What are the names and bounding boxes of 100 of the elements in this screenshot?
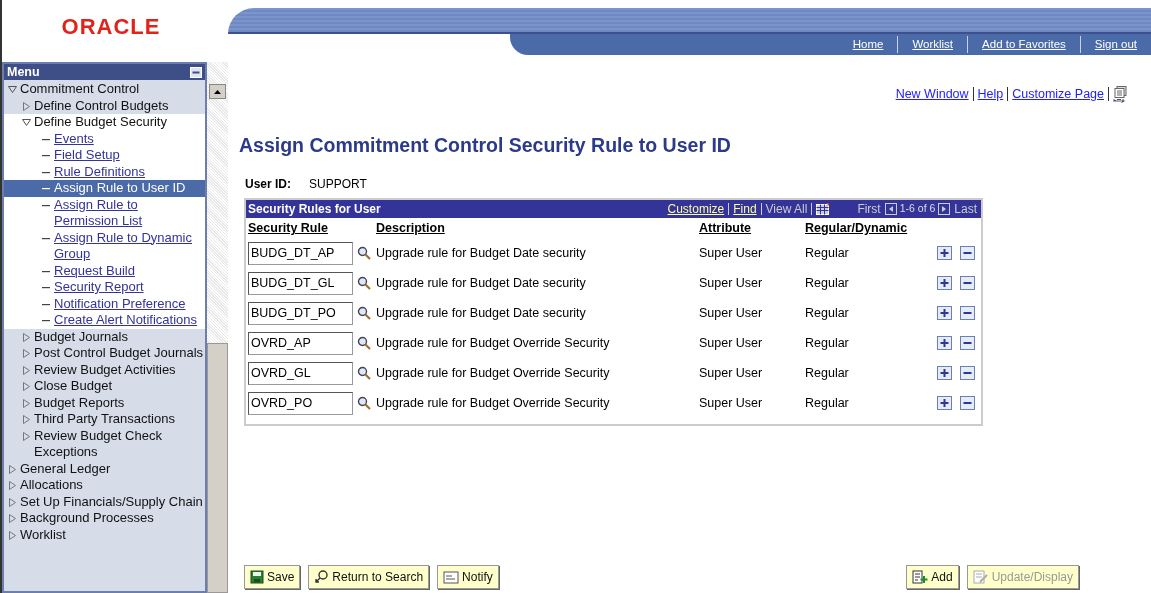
dash-icon xyxy=(42,155,50,157)
add-row-icon[interactable] xyxy=(937,396,952,410)
search-button[interactable]: Return to Search xyxy=(308,565,430,589)
collapsed-triangle-icon[interactable] xyxy=(22,101,31,111)
notify-button[interactable]: Notify xyxy=(437,565,499,589)
search-icon[interactable] xyxy=(357,336,371,350)
last-label: Last xyxy=(954,201,977,218)
search-icon[interactable] xyxy=(357,396,371,410)
menu-link[interactable]: Security Report xyxy=(54,279,144,296)
http-page-icon[interactable] xyxy=(1113,85,1129,103)
delete-row-icon[interactable] xyxy=(960,246,975,260)
add-row-icon[interactable] xyxy=(937,246,952,260)
grid-tool-link[interactable]: Find xyxy=(733,200,757,218)
menu-folder[interactable]: Define Control Budgets xyxy=(34,97,169,114)
attribute-cell-text: Super User xyxy=(699,274,764,292)
delete-row-icon[interactable] xyxy=(960,396,975,410)
next-icon[interactable] xyxy=(938,203,951,215)
type-cell-text: Regular xyxy=(805,304,850,322)
previous-icon[interactable] xyxy=(884,203,897,215)
page-title: Assign Commitment Control Security Rule to User ID xyxy=(239,132,732,158)
add-button[interactable]: Add xyxy=(906,565,959,589)
nav-link[interactable]: Worklist xyxy=(912,35,954,53)
column-header: Security Rule xyxy=(247,220,329,237)
nav-link[interactable]: Home xyxy=(852,35,884,53)
delete-row-icon[interactable] xyxy=(960,336,975,350)
security-rule-field[interactable]: BUDG_DT_PO xyxy=(248,301,353,325)
add-row-icon[interactable] xyxy=(937,336,952,350)
scrollbar[interactable] xyxy=(207,62,228,593)
menu-link[interactable]: Assign Rule to Dynamic Group xyxy=(54,229,205,263)
delete-row-icon[interactable] xyxy=(960,366,975,380)
nav-link[interactable]: Sign out xyxy=(1094,35,1137,53)
collapse-icon[interactable] xyxy=(190,66,202,78)
menu-link[interactable]: Assign Rule to Permission List xyxy=(54,196,205,230)
column-header: Description xyxy=(376,220,446,237)
menu-folder[interactable]: Allocations xyxy=(20,477,83,494)
menu-folder[interactable]: Budget Journals xyxy=(34,328,128,345)
first-label: First xyxy=(857,201,881,218)
menu-folder[interactable]: Third Party Transactions xyxy=(34,411,175,428)
view-all-link[interactable]: View All xyxy=(765,200,808,218)
attribute-cell-text: Super User xyxy=(699,304,764,322)
menu-folder[interactable]: Budget Reports xyxy=(34,394,125,411)
user-id-label: User ID: xyxy=(245,176,291,193)
dash-icon xyxy=(42,204,50,207)
menu-title: Menu xyxy=(7,64,40,81)
menu-link[interactable]: Request Build xyxy=(54,262,135,279)
security-rule-field[interactable]: OVRD_AP xyxy=(248,331,353,355)
menu-folder[interactable]: General Ledger xyxy=(20,460,111,477)
menu-link[interactable]: Rule Definitions xyxy=(54,163,146,180)
scroll-up-icon[interactable] xyxy=(214,89,221,94)
dash-icon xyxy=(42,270,50,273)
security-rule-field[interactable]: BUDG_DT_GL xyxy=(248,271,353,295)
search-icon[interactable] xyxy=(357,366,371,380)
add-row-icon[interactable] xyxy=(937,276,952,290)
user-id-value: SUPPORT xyxy=(309,176,367,193)
search-icon[interactable] xyxy=(357,276,371,290)
spreadsheet-icon[interactable] xyxy=(816,203,830,215)
add-document-icon xyxy=(912,570,929,584)
page-link[interactable]: New Window xyxy=(895,85,969,104)
attribute-cell-text: Super User xyxy=(699,334,764,352)
search-icon[interactable] xyxy=(357,306,371,320)
description-cell-text: Upgrade rule for Budget Date security xyxy=(376,304,587,322)
description-cell-text: Upgrade rule for Budget Override Security xyxy=(376,394,611,412)
type-cell-text: Regular xyxy=(805,394,850,412)
menu-link[interactable]: Events xyxy=(54,130,94,147)
delete-row-icon[interactable] xyxy=(960,276,975,290)
menu-folder[interactable]: Set Up Financials/Supply Chain xyxy=(20,493,203,510)
menu-folder[interactable]: Close Budget xyxy=(34,378,113,395)
menu-link[interactable]: Field Setup xyxy=(54,147,120,164)
column-header: Attribute xyxy=(699,220,753,237)
security-rule-field[interactable]: BUDG_DT_AP xyxy=(248,241,353,265)
security-rule-field[interactable]: OVRD_GL xyxy=(248,361,353,385)
attribute-cell-text: Super User xyxy=(699,244,764,262)
attribute-cell-text: Super User xyxy=(699,364,764,382)
search-icon[interactable] xyxy=(357,246,371,260)
menu-folder[interactable]: Review Budget Check Exceptions xyxy=(34,427,205,461)
type-cell-text: Regular xyxy=(805,274,850,292)
expanded-triangle-icon[interactable] xyxy=(22,118,31,127)
column-header: Regular/Dynamic xyxy=(805,220,909,237)
save-button[interactable]: Save xyxy=(244,565,301,589)
menu-folder[interactable]: Define Budget Security xyxy=(34,114,167,131)
nav-link[interactable]: Add to Favorites xyxy=(982,35,1066,53)
menu-link[interactable]: Notification Preference xyxy=(54,295,186,312)
menu-folder[interactable]: Worklist xyxy=(20,526,66,543)
expanded-triangle-icon[interactable] xyxy=(8,85,17,94)
edit-document-icon xyxy=(972,570,989,584)
grid-tool-link[interactable]: Customize xyxy=(667,200,725,218)
add-row-icon[interactable] xyxy=(937,366,952,380)
delete-row-icon[interactable] xyxy=(960,306,975,320)
page-link[interactable]: Help xyxy=(977,85,1004,104)
security-rule-field[interactable]: OVRD_PO xyxy=(248,391,353,415)
grid-title: Security Rules for User xyxy=(248,201,381,218)
scroll-thumb[interactable] xyxy=(207,343,228,593)
menu-folder[interactable]: Review Budget Activities xyxy=(34,361,176,378)
add-row-icon[interactable] xyxy=(937,306,952,320)
menu-link[interactable]: Create Alert Notifications xyxy=(54,312,198,329)
menu-folder[interactable]: Background Processes xyxy=(20,510,154,527)
dash-icon xyxy=(42,188,50,190)
page-link[interactable]: Customize Page xyxy=(1012,85,1104,104)
menu-folder[interactable]: Commitment Control xyxy=(20,81,140,98)
menu-folder[interactable]: Post Control Budget Journals xyxy=(34,345,204,362)
